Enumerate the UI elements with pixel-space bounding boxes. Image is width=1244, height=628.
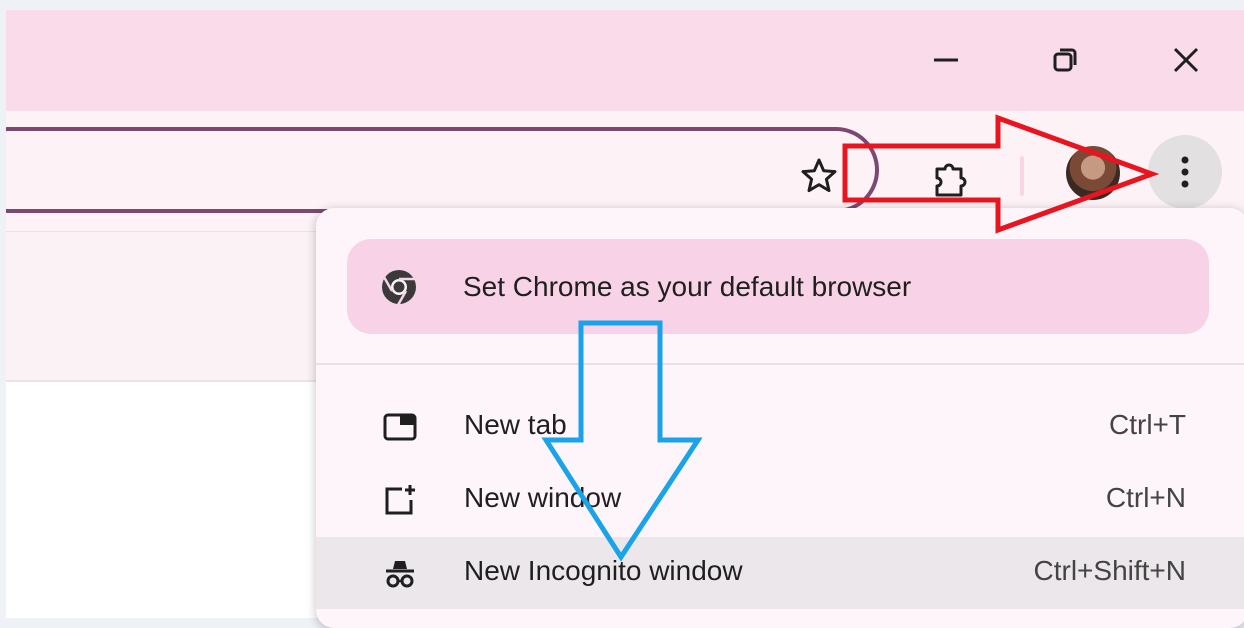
star-icon: [801, 158, 837, 193]
menu-item-shortcut: Ctrl+N: [1105, 482, 1186, 513]
bookmark-button[interactable]: [794, 151, 844, 201]
three-dots-vertical-icon: [1181, 156, 1189, 188]
puzzle-icon: [935, 163, 967, 197]
restore-button[interactable]: [1044, 38, 1088, 82]
minimize-button[interactable]: [924, 38, 968, 82]
minimize-icon: [934, 58, 958, 62]
default-browser-promo[interactable]: Set Chrome as your default browser: [347, 239, 1209, 334]
new-tab-icon: [383, 413, 417, 441]
chrome-menu: Set Chrome as your default browser New t…: [316, 208, 1244, 628]
menu-item-label: New tab: [464, 409, 567, 440]
title-bar: [6, 10, 1244, 111]
menu-item-new-tab[interactable]: New tab Ctrl+T: [316, 391, 1244, 463]
promo-label: Set Chrome as your default browser: [463, 271, 912, 302]
close-button[interactable]: [1164, 38, 1208, 82]
menu-item-new-incognito-window[interactable]: New Incognito window Ctrl+Shift+N: [316, 537, 1244, 609]
menu-item-label: New Incognito window: [464, 555, 743, 586]
address-bar[interactable]: [6, 127, 879, 213]
menu-item-label: New window: [464, 482, 622, 513]
menu-item-new-window[interactable]: New window Ctrl+N: [316, 464, 1244, 536]
new-window-icon: [385, 485, 415, 515]
page-content: [6, 232, 326, 382]
close-icon: [1173, 47, 1199, 73]
chrome-logo-icon: [382, 270, 416, 306]
avatar[interactable]: [1066, 146, 1120, 200]
extensions-button[interactable]: [924, 154, 974, 204]
menu-button[interactable]: [1148, 135, 1222, 209]
menu-item-shortcut: Ctrl+T: [1109, 409, 1186, 440]
menu-separator: [316, 363, 1244, 365]
toolbar-divider: [1020, 156, 1024, 196]
restore-icon: [1053, 48, 1077, 72]
incognito-icon: [386, 561, 414, 588]
menu-item-shortcut: Ctrl+Shift+N: [1033, 555, 1187, 586]
